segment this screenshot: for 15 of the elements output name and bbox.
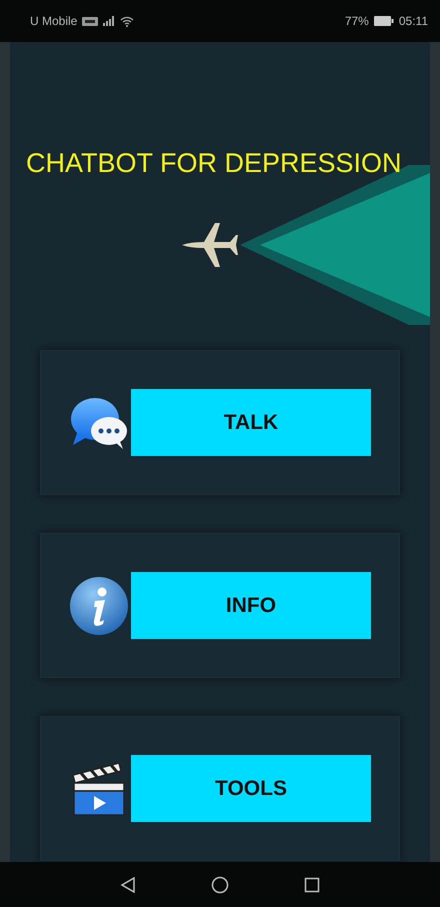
- menu-button[interactable]: TOOLS: [131, 755, 371, 822]
- battery-icon: [374, 16, 394, 26]
- home-icon[interactable]: [211, 876, 229, 894]
- signal-icon: [103, 16, 116, 26]
- battery-percent: 77%: [344, 14, 369, 28]
- carrier-name: U Mobile: [30, 14, 78, 28]
- app-title: CHATBOT FOR DEPRESSION: [26, 148, 402, 179]
- clock: 05:11: [398, 14, 428, 28]
- recents-icon[interactable]: [304, 876, 320, 892]
- menu-button[interactable]: TALK: [131, 389, 371, 456]
- menu-button[interactable]: INFO: [131, 572, 371, 639]
- wifi-icon: [120, 16, 134, 26]
- info-icon: [69, 576, 129, 636]
- back-icon[interactable]: [120, 876, 136, 892]
- network-badge-icon: [82, 16, 98, 26]
